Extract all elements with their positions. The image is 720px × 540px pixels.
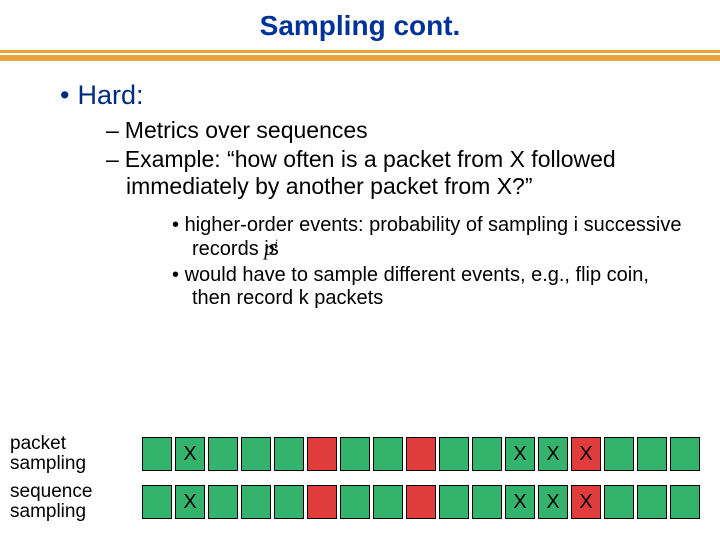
packet-cell: X bbox=[538, 437, 568, 471]
packet-cell bbox=[142, 437, 172, 471]
packet-cell bbox=[208, 437, 238, 471]
sampling-strips: packetsampling XXXX sequencesampling XXX… bbox=[10, 424, 700, 520]
packet-cell bbox=[241, 485, 271, 519]
bullet-l3a-text: higher-order events: probability of samp… bbox=[185, 214, 682, 260]
bullet-l3b-text: would have to sample different events, e… bbox=[185, 264, 649, 310]
packet-cell bbox=[637, 485, 667, 519]
dash-icon: – bbox=[106, 117, 119, 143]
packet-cell bbox=[142, 485, 172, 519]
packet-cell bbox=[340, 485, 370, 519]
packet-cell bbox=[670, 485, 700, 519]
strip-row-packet: packetsampling XXXX bbox=[10, 436, 700, 472]
packet-cell bbox=[637, 437, 667, 471]
bullet-l1: • Hard: bbox=[60, 80, 682, 111]
packet-cell bbox=[274, 437, 304, 471]
packet-cell bbox=[373, 485, 403, 519]
bullet-l3b: • would have to sample different events,… bbox=[192, 264, 682, 311]
packet-cell bbox=[307, 437, 337, 471]
packet-cell bbox=[670, 437, 700, 471]
packet-cell bbox=[472, 437, 502, 471]
bullet-l2a-text: Metrics over sequences bbox=[125, 117, 368, 143]
packet-cell bbox=[340, 437, 370, 471]
bullet-l2b: –Example: “how often is a packet from X … bbox=[126, 146, 682, 200]
packet-cell: X bbox=[175, 437, 205, 471]
bullet-l2a: –Metrics over sequences bbox=[126, 117, 682, 144]
bullet-dot-icon: • bbox=[60, 80, 69, 110]
packet-cell bbox=[406, 437, 436, 471]
row-label: packetsampling bbox=[10, 434, 114, 474]
packet-cell: X bbox=[538, 485, 568, 519]
packet-cell: X bbox=[505, 437, 535, 471]
slide: Sampling cont. • Hard: –Metrics over sequ… bbox=[0, 0, 720, 540]
bullet-l3a: • higher-order events: probability of sa… bbox=[192, 214, 682, 261]
packet-cell bbox=[604, 485, 634, 519]
packet-cell bbox=[241, 437, 271, 471]
packet-cell: X bbox=[571, 437, 601, 471]
slide-body: • Hard: –Metrics over sequences –Example:… bbox=[0, 80, 720, 311]
packet-cell bbox=[373, 437, 403, 471]
packet-cell bbox=[604, 437, 634, 471]
title-rule bbox=[0, 50, 720, 62]
packet-cell bbox=[307, 485, 337, 519]
bullet-l2b-text: Example: “how often is a packet from X f… bbox=[125, 146, 616, 199]
packet-cell bbox=[472, 485, 502, 519]
strip-row-sequence: sequencesampling XXXX bbox=[10, 484, 700, 520]
row-label: sequencesampling bbox=[10, 482, 114, 522]
dash-icon: – bbox=[106, 146, 119, 172]
row-boxes-0: XXXX bbox=[142, 437, 700, 471]
math-p: p bbox=[264, 238, 274, 260]
packet-cell bbox=[406, 485, 436, 519]
packet-cell: X bbox=[175, 485, 205, 519]
packet-cell bbox=[208, 485, 238, 519]
bullet-l1-text: Hard: bbox=[77, 80, 143, 110]
bullet-l3-group: • higher-order events: probability of sa… bbox=[172, 214, 682, 310]
packet-cell bbox=[439, 485, 469, 519]
bullet-dot-icon: • bbox=[172, 214, 185, 236]
packet-cell: X bbox=[571, 485, 601, 519]
packet-cell: X bbox=[505, 485, 535, 519]
row-boxes-1: XXXX bbox=[142, 485, 700, 519]
packet-cell bbox=[274, 485, 304, 519]
math-pi: pi bbox=[284, 238, 294, 262]
slide-title: Sampling cont. bbox=[0, 10, 720, 42]
packet-cell bbox=[439, 437, 469, 471]
bullet-dot-icon: • bbox=[172, 264, 185, 286]
